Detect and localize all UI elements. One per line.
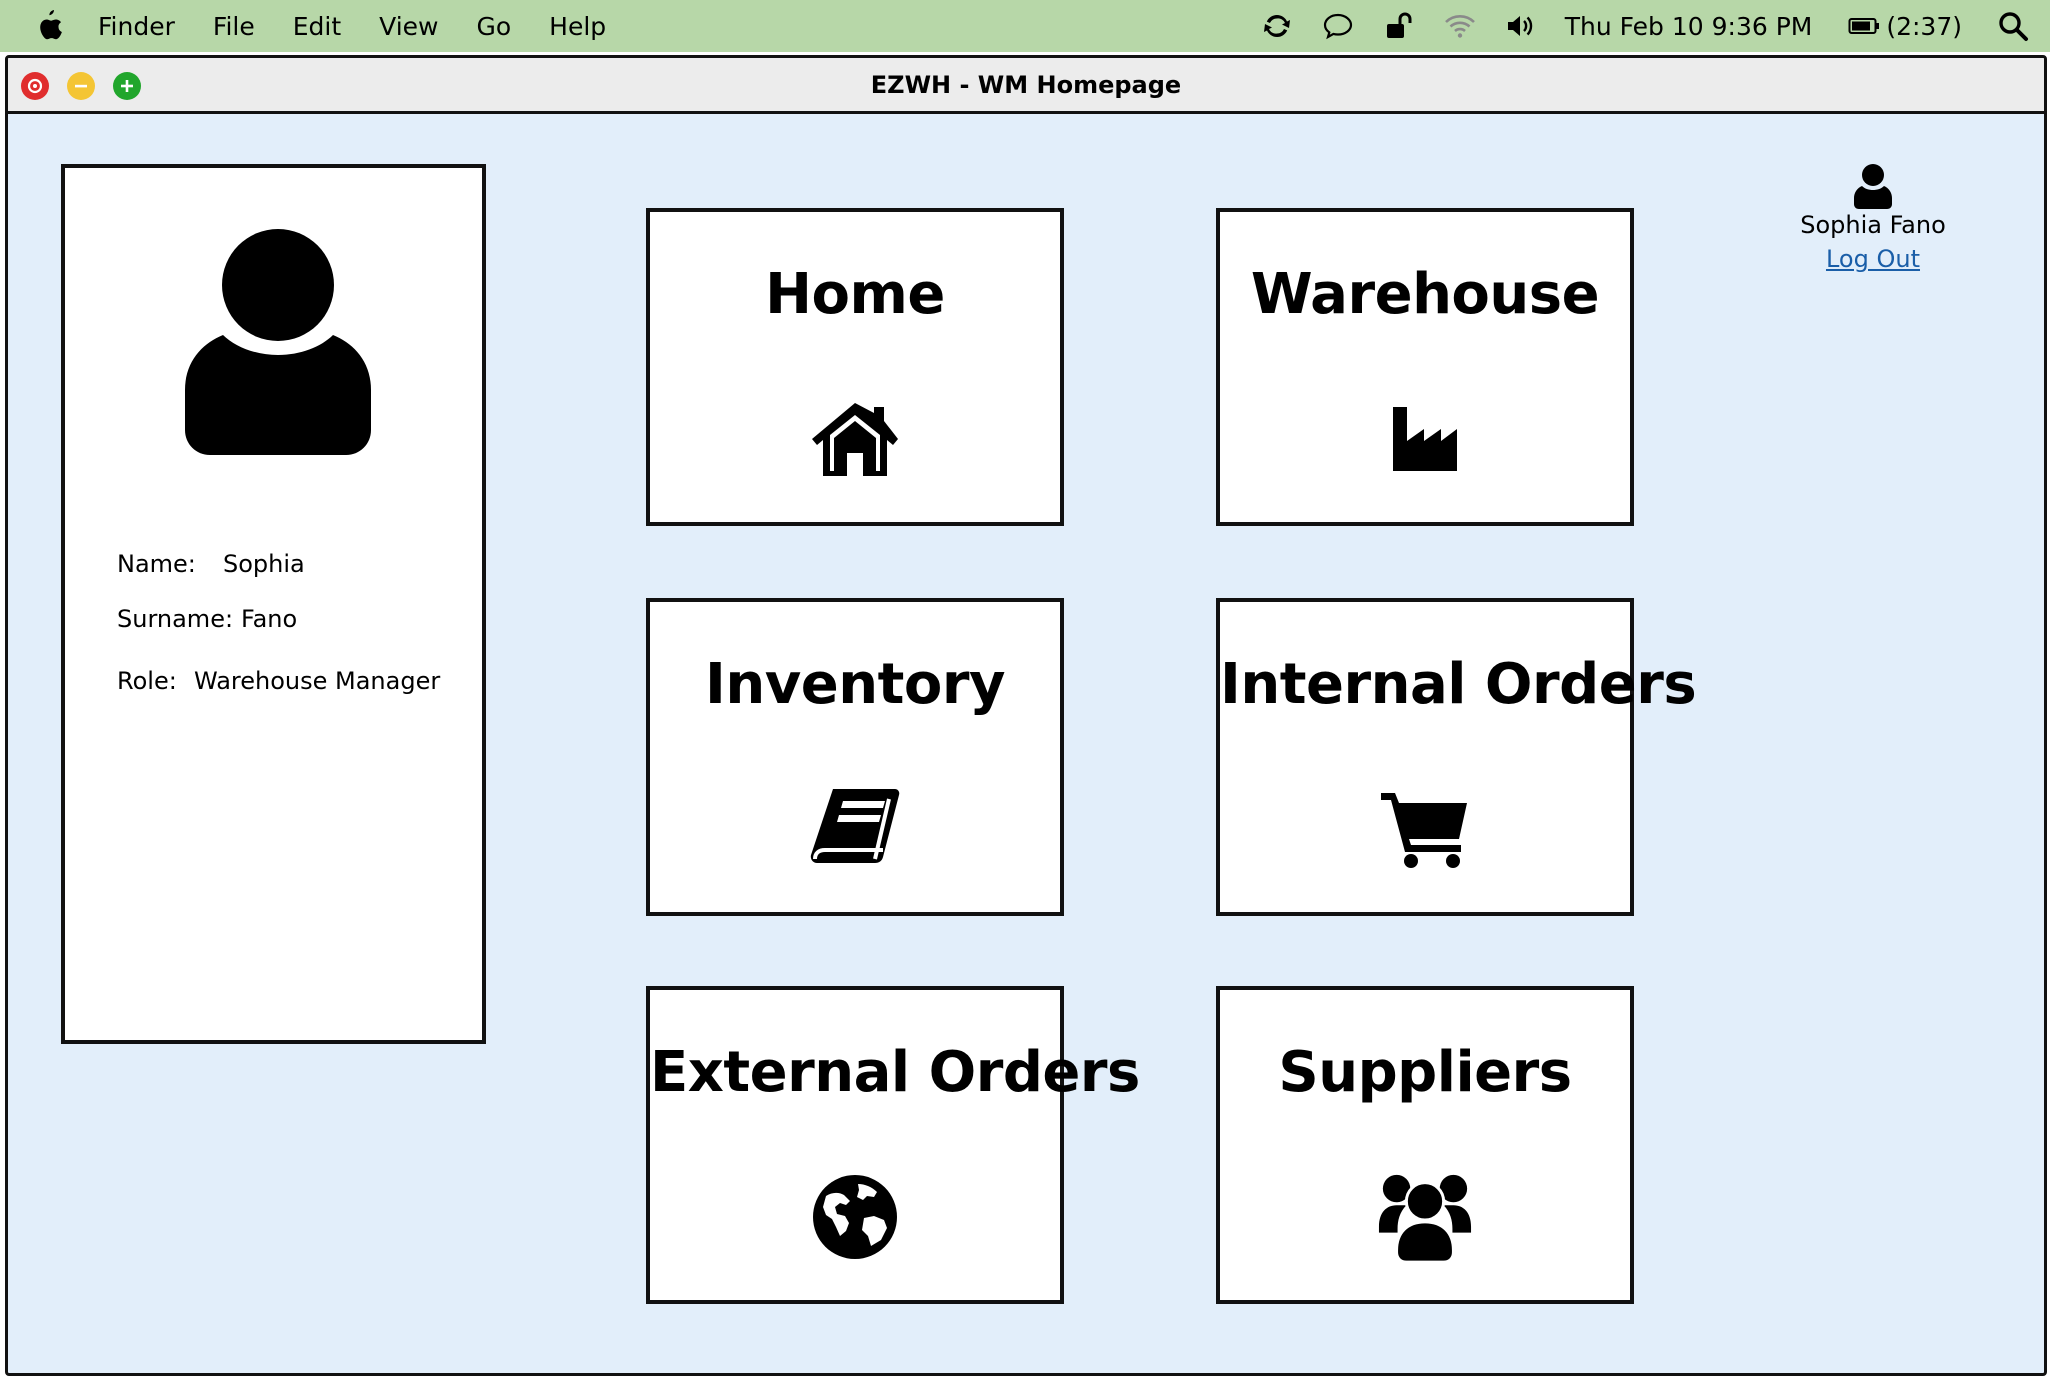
warehouse-tile[interactable]: Warehouse [1216, 208, 1634, 526]
users-icon [1377, 1174, 1473, 1263]
cart-icon [1377, 787, 1473, 871]
role-value: Warehouse Manager [194, 667, 441, 695]
home-tile-label: Home [765, 262, 945, 327]
role-field: Role: Warehouse Manager [117, 667, 440, 695]
factory-icon [1377, 397, 1473, 481]
user-icon [1853, 163, 1893, 209]
internal-orders-tile-label: Internal Orders [1220, 652, 1697, 717]
name-value: Sophia [223, 550, 305, 578]
menu-file[interactable]: File [213, 12, 255, 41]
search-icon[interactable] [1996, 9, 2030, 43]
internal-orders-tile[interactable]: Internal Orders [1216, 598, 1697, 916]
inventory-tile[interactable]: Inventory [646, 598, 1064, 916]
window-title: EZWH - WM Homepage [870, 70, 1182, 99]
menu-help[interactable]: Help [549, 12, 606, 41]
external-orders-tile-label: External Orders [650, 1040, 1140, 1105]
battery-status[interactable]: (2:37) [1848, 12, 1962, 41]
user-avatar-icon [183, 228, 373, 458]
chat-bubble-icon[interactable] [1321, 9, 1355, 43]
clock[interactable]: Thu Feb 10 9:36 PM [1565, 12, 1813, 41]
menu-finder[interactable]: Finder [98, 12, 175, 41]
home-tile[interactable]: Home [646, 208, 1064, 526]
book-icon [807, 787, 903, 871]
surname-value: Fano [241, 605, 298, 633]
name-field: Name: Sophia [117, 550, 305, 578]
menu-bar-status: Thu Feb 10 9:36 PM (2:37) [1260, 0, 2050, 52]
role-label: Role: [117, 667, 177, 695]
surname-field: Surname: Fano [117, 605, 297, 633]
inventory-tile-label: Inventory [705, 652, 1005, 717]
suppliers-tile[interactable]: Suppliers [1216, 986, 1634, 1304]
name-label: Name: [117, 550, 196, 578]
wifi-icon[interactable] [1443, 9, 1477, 43]
menu-view[interactable]: View [379, 12, 438, 41]
menu-bar: Finder File Edit View Go Help Thu Feb 10… [0, 0, 2050, 52]
profile-card: Name: Sophia Surname: Fano Role: Warehouse … [61, 164, 486, 1044]
sync-icon[interactable] [1260, 9, 1294, 43]
apple-icon[interactable] [34, 9, 64, 43]
logout-link[interactable]: Log Out [1826, 245, 1920, 273]
battery-icon [1848, 18, 1880, 34]
battery-time: (2:37) [1886, 11, 1962, 41]
globe-icon [807, 1175, 903, 1259]
volume-icon[interactable] [1504, 9, 1538, 43]
menu-go[interactable]: Go [476, 12, 511, 41]
home-icon [807, 397, 903, 481]
external-orders-tile[interactable]: External Orders [646, 986, 1140, 1304]
window-titlebar: EZWH - WM Homepage [8, 58, 2044, 114]
user-menu: Sophia Fano Log Out [1768, 163, 1978, 273]
menu-edit[interactable]: Edit [293, 12, 341, 41]
unlock-icon[interactable] [1382, 9, 1416, 43]
surname-label: Surname: [117, 605, 234, 633]
app-window: EZWH - WM Homepage Name: Sophia Surname: F… [5, 55, 2047, 1376]
warehouse-tile-label: Warehouse [1250, 262, 1600, 327]
user-display-name: Sophia Fano [1800, 211, 1946, 239]
suppliers-tile-label: Suppliers [1278, 1040, 1572, 1105]
